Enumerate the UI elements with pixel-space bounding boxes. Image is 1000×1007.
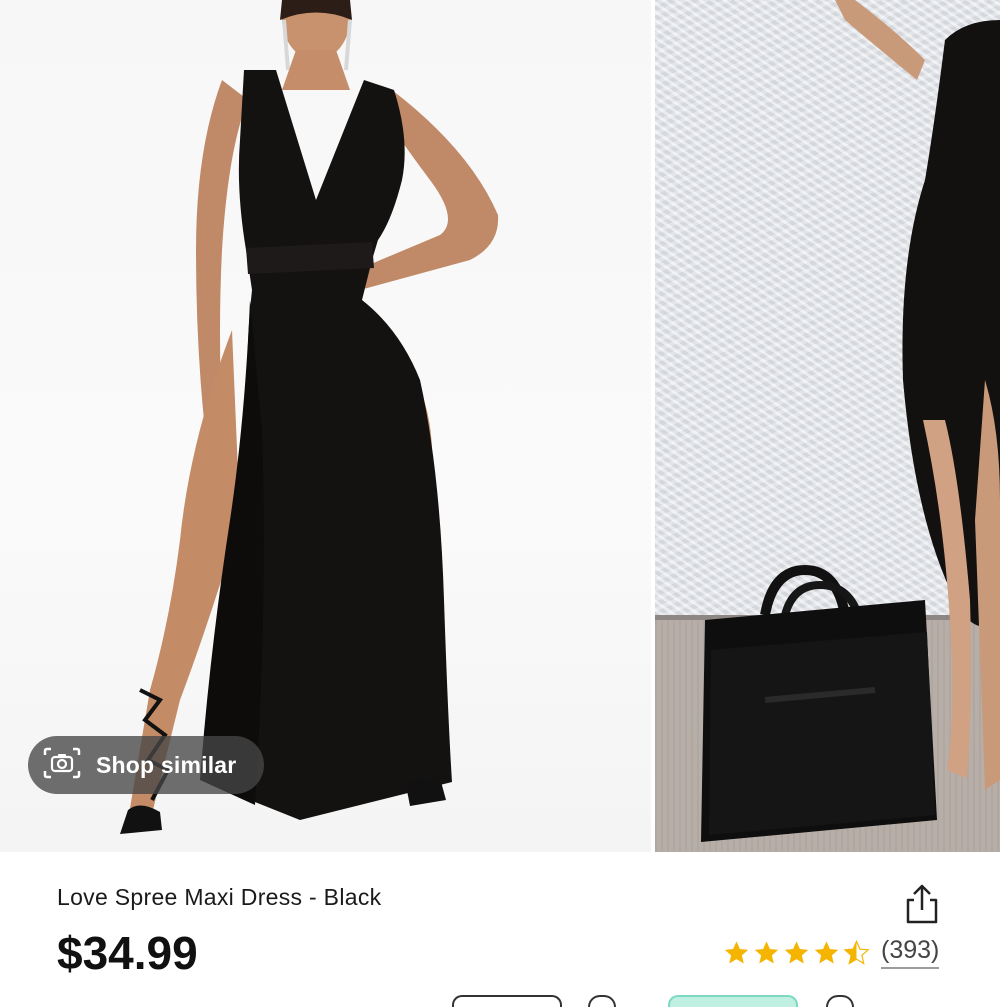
- star-full-icon: [724, 940, 749, 963]
- star-full-icon: [814, 940, 839, 963]
- product-rating[interactable]: (393): [722, 936, 940, 969]
- model-with-bag-illustration: [701, 0, 1000, 842]
- star-full-icon: [784, 940, 809, 963]
- shop-similar-label: Shop similar: [96, 751, 237, 778]
- shop-similar-button[interactable]: Shop similar: [28, 736, 264, 794]
- rating-stars: [722, 939, 871, 967]
- review-count-link[interactable]: (393): [881, 936, 940, 969]
- share-icon: [906, 884, 938, 924]
- size-option-partial[interactable]: [452, 995, 562, 1007]
- product-price: $34.99: [57, 927, 198, 979]
- product-info-panel: Love Spree Maxi Dress - Black $34.99 (39…: [0, 852, 1000, 1007]
- product-title: Love Spree Maxi Dress - Black: [57, 884, 382, 910]
- product-image-gallery[interactable]: Shop similar: [0, 0, 1000, 852]
- camera-search-icon: [42, 746, 82, 785]
- star-half-icon: [843, 939, 870, 965]
- product-image-main[interactable]: Shop similar: [0, 0, 651, 852]
- color-swatch-partial[interactable]: [588, 995, 616, 1007]
- share-button[interactable]: [902, 882, 942, 926]
- badge-partial[interactable]: [668, 995, 798, 1007]
- icon-button-partial[interactable]: [826, 995, 854, 1007]
- model-photo-illustration: [120, 0, 499, 834]
- star-full-icon: [754, 940, 779, 963]
- product-image-secondary[interactable]: [655, 0, 1000, 852]
